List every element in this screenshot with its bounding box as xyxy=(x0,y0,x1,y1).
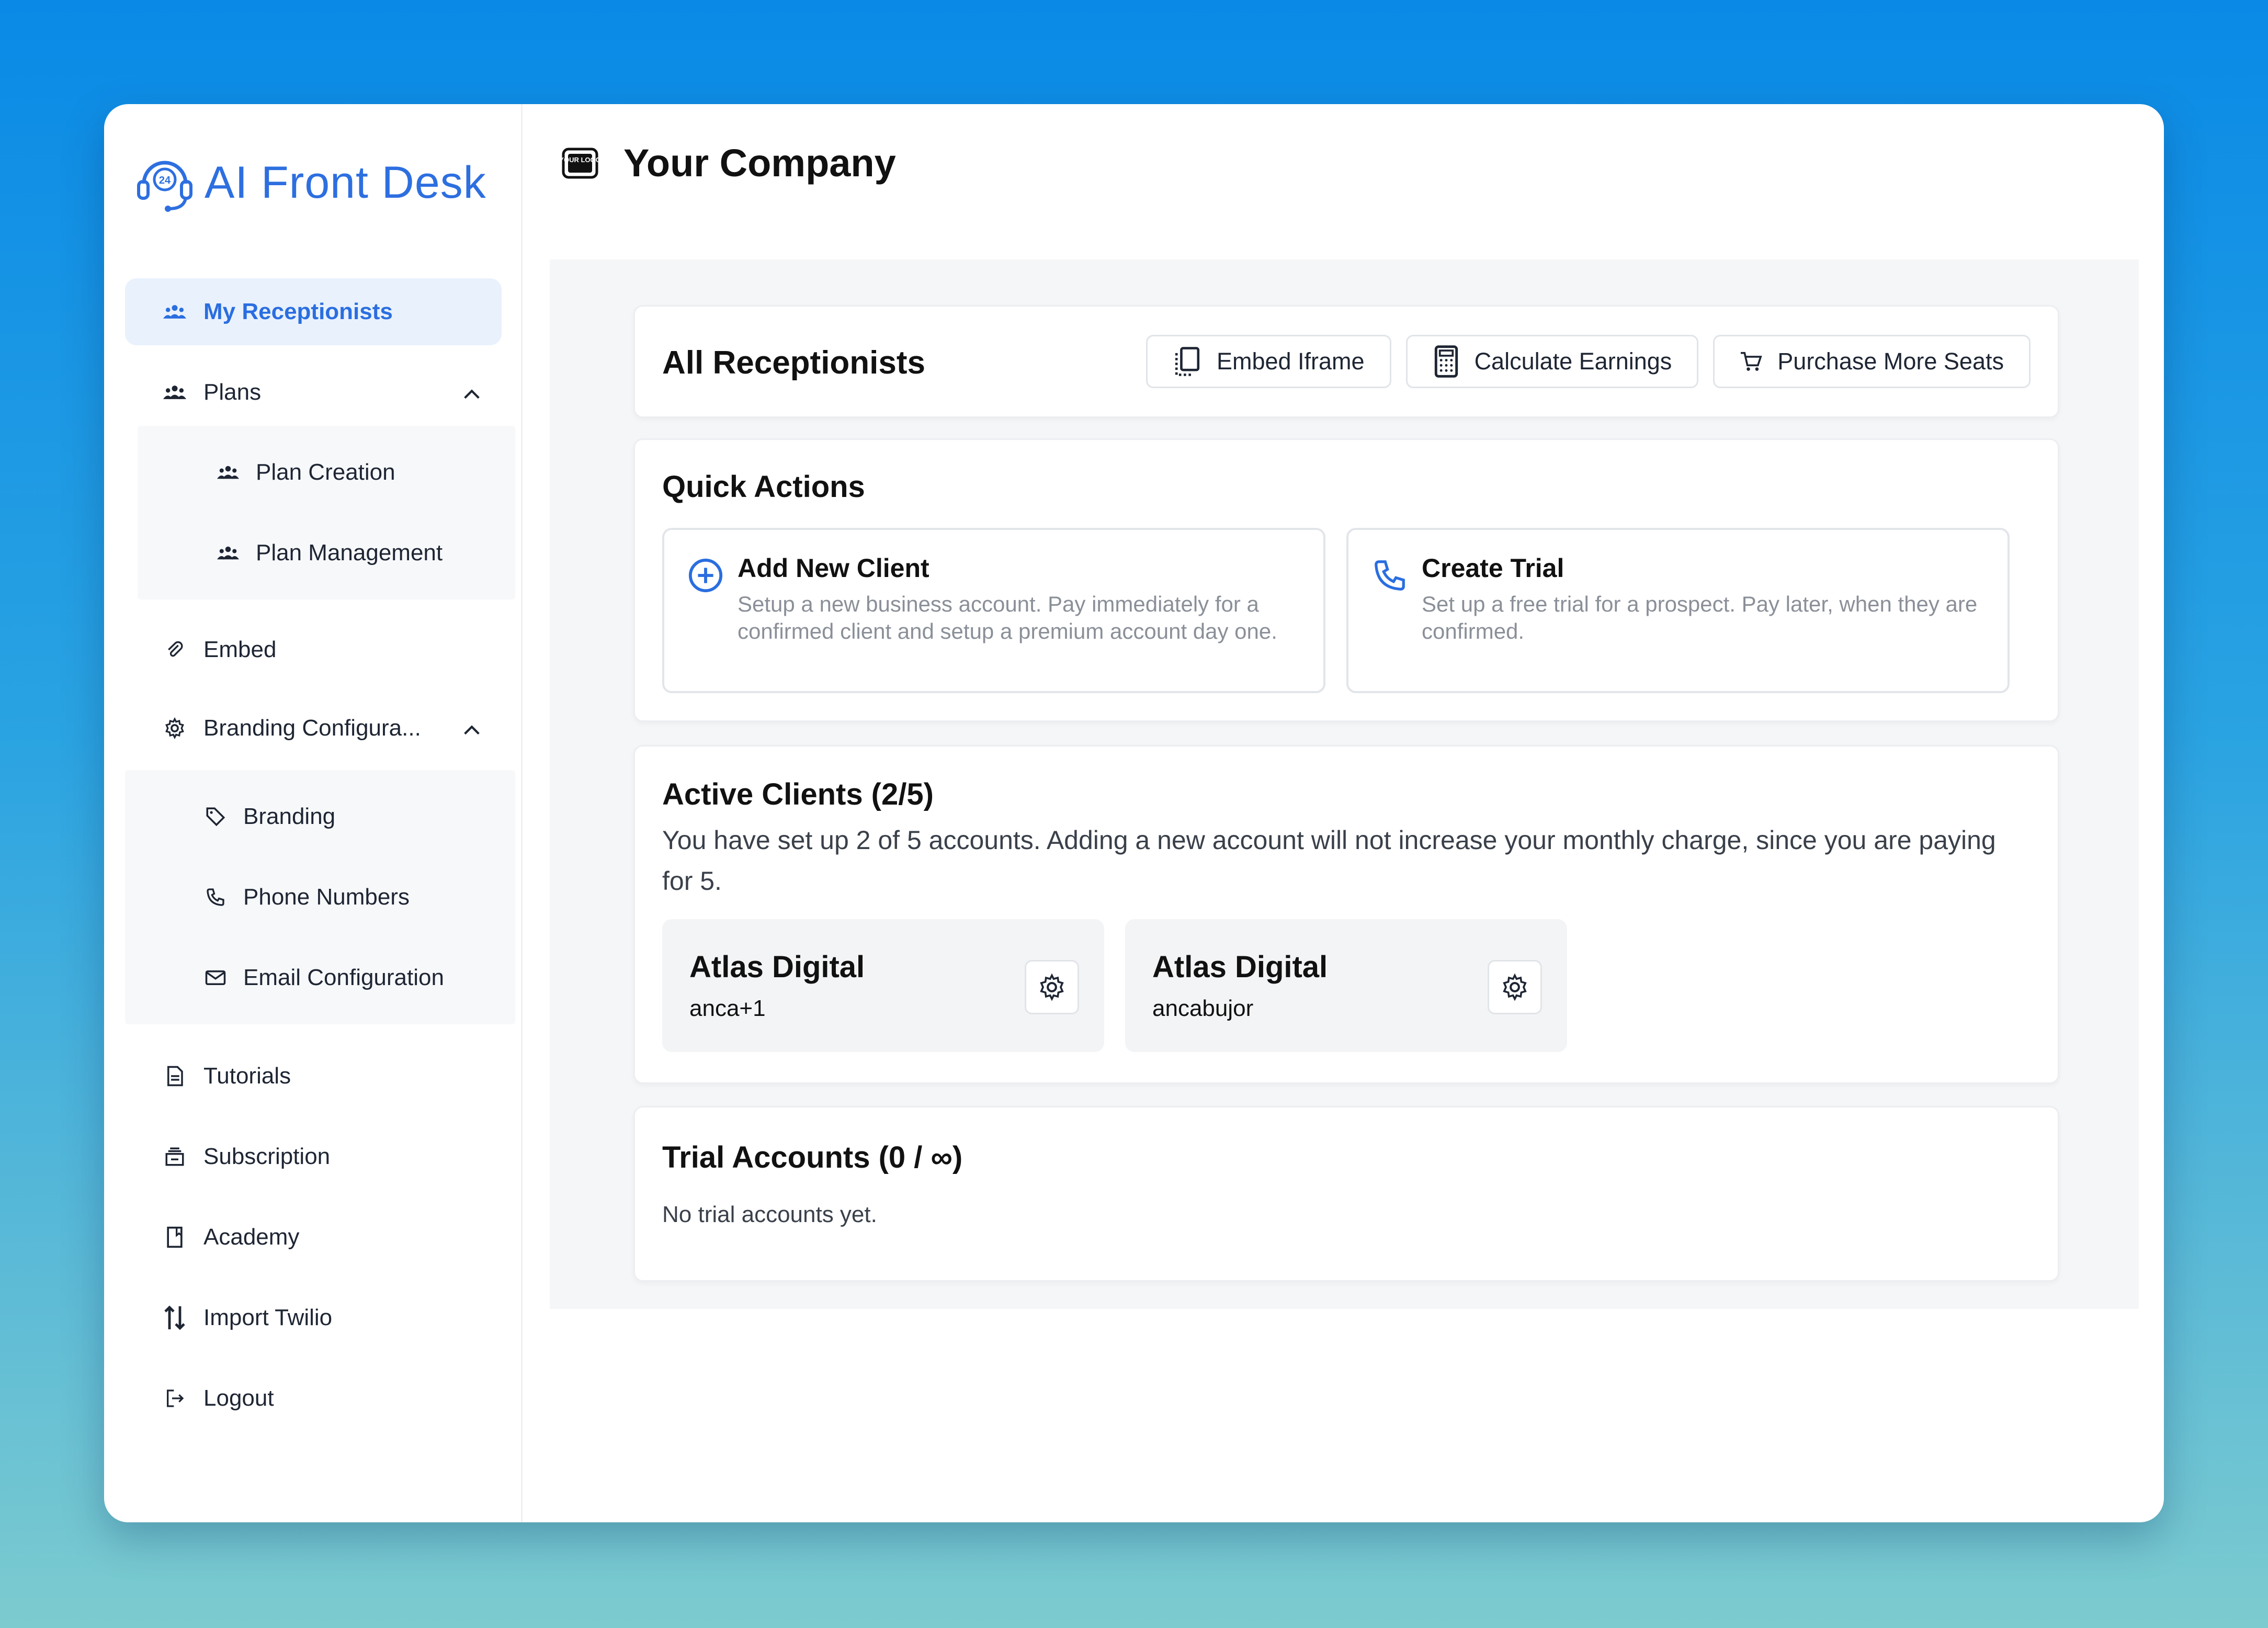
sidebar-item-branding[interactable]: Branding xyxy=(125,776,515,857)
client-name: Atlas Digital xyxy=(689,950,865,984)
calculator-icon xyxy=(1433,345,1460,378)
logout-icon xyxy=(162,1385,188,1411)
button-label: Purchase More Seats xyxy=(1777,348,2004,375)
users-icon xyxy=(162,379,188,405)
action-description: Setup a new business account. Pay immedi… xyxy=(738,592,1277,643)
tag-icon xyxy=(203,805,228,829)
client-card[interactable]: Atlas Digital ancabujor xyxy=(1125,919,1567,1052)
company-logo: YOUR LOGO xyxy=(562,148,598,179)
sidebar-item-label: Branding xyxy=(243,804,336,829)
sidebar-nav: My Receptionists Plans Plan Creation Pla… xyxy=(125,278,515,1439)
paperclip-icon xyxy=(162,637,188,663)
subscription-icon xyxy=(162,1144,188,1170)
card-title: All Receptionists xyxy=(662,345,925,381)
purchase-more-seats-button[interactable]: Purchase More Seats xyxy=(1713,335,2031,388)
headset-24-icon: 24 xyxy=(133,150,196,216)
client-card[interactable]: Atlas Digital anca+1 xyxy=(662,919,1104,1052)
phone-icon xyxy=(1371,557,1408,596)
card-title: Trial Accounts (0 / ∞) xyxy=(662,1140,963,1174)
sidebar-item-label: Plan Management xyxy=(256,540,443,566)
brand-name: AI Front Desk xyxy=(205,157,486,208)
sidebar: 24 AI Front Desk My Receptionists Plans xyxy=(104,104,523,1522)
chevron-up-icon[interactable] xyxy=(463,715,481,741)
mail-icon xyxy=(203,966,228,990)
branding-submenu: Branding Phone Numbers Email Configurati… xyxy=(125,770,515,1024)
sidebar-item-logout[interactable]: Logout xyxy=(125,1358,502,1439)
sidebar-item-label: Plan Creation xyxy=(256,459,395,485)
trial-accounts-card: Trial Accounts (0 / ∞) No trial accounts… xyxy=(633,1106,2059,1282)
sidebar-item-import-twilio[interactable]: Import Twilio xyxy=(125,1277,502,1358)
arrows-updown-icon xyxy=(162,1305,188,1331)
sidebar-item-plan-management[interactable]: Plan Management xyxy=(138,513,515,593)
sidebar-item-label: Logout xyxy=(203,1385,274,1411)
toolbar: Embed Iframe Calculate Earnings Purchase… xyxy=(1131,335,2031,388)
quick-actions-card: Quick Actions Add New Client Setup a new… xyxy=(633,438,2059,722)
gear-icon xyxy=(1501,973,1529,1001)
plans-submenu: Plan Creation Plan Management xyxy=(138,426,515,600)
sidebar-item-label: Embed xyxy=(203,637,277,662)
sidebar-item-label: Import Twilio xyxy=(203,1305,333,1330)
embed-frame-icon xyxy=(1173,346,1202,377)
logo-text: YOUR LOGO xyxy=(562,156,598,164)
page-header: YOUR LOGO Your Company xyxy=(562,141,896,185)
receptionists-card: All Receptionists Embed Iframe Calculate… xyxy=(633,305,2059,418)
button-label: Embed Iframe xyxy=(1216,348,1365,375)
create-trial-action[interactable]: Create Trial Set up a free trial for a p… xyxy=(1346,528,2010,693)
sidebar-item-plans[interactable]: Plans xyxy=(125,359,502,426)
card-title: Quick Actions xyxy=(662,470,865,504)
action-title: Create Trial xyxy=(1422,553,1564,583)
client-username: anca+1 xyxy=(689,996,766,1021)
sidebar-item-branding-configuration[interactable]: Branding Configura... xyxy=(125,686,502,770)
gear-icon xyxy=(1038,973,1066,1001)
sidebar-item-phone-numbers[interactable]: Phone Numbers xyxy=(125,857,515,937)
book-icon xyxy=(162,1224,188,1250)
action-description: Set up a free trial for a prospect. Pay … xyxy=(1422,592,1978,643)
users-icon xyxy=(162,299,188,325)
content-area: All Receptionists Embed Iframe Calculate… xyxy=(550,259,2139,1309)
sidebar-item-label: Academy xyxy=(203,1224,300,1250)
gear-icon xyxy=(162,715,188,741)
sidebar-item-academy[interactable]: Academy xyxy=(125,1197,502,1277)
sidebar-item-label: My Receptionists xyxy=(203,299,393,324)
add-new-client-action[interactable]: Add New Client Setup a new business acco… xyxy=(662,528,1325,693)
users-icon xyxy=(216,541,240,565)
sidebar-item-label: Email Configuration xyxy=(243,965,444,990)
sidebar-item-my-receptionists[interactable]: My Receptionists xyxy=(125,278,502,345)
sidebar-item-email-configuration[interactable]: Email Configuration xyxy=(125,937,515,1018)
sidebar-item-subscription[interactable]: Subscription xyxy=(125,1116,502,1197)
calculate-earnings-button[interactable]: Calculate Earnings xyxy=(1405,335,1699,388)
app-window: 24 AI Front Desk My Receptionists Plans xyxy=(104,104,2164,1522)
active-clients-description: You have set up 2 of 5 accounts. Adding … xyxy=(662,826,1996,896)
brand-logo[interactable]: 24 AI Front Desk xyxy=(133,150,486,216)
card-title: Active Clients (2/5) xyxy=(662,777,934,811)
client-settings-button[interactable] xyxy=(1488,960,1542,1014)
action-title: Add New Client xyxy=(738,553,929,583)
plus-circle-icon xyxy=(687,557,724,596)
sidebar-item-plan-creation[interactable]: Plan Creation xyxy=(138,432,515,513)
button-label: Calculate Earnings xyxy=(1474,348,1672,375)
page-title: Your Company xyxy=(623,141,896,185)
document-icon xyxy=(162,1063,188,1089)
svg-text:24: 24 xyxy=(159,175,171,186)
phone-icon xyxy=(203,885,228,909)
chevron-up-icon[interactable] xyxy=(463,379,481,405)
client-name: Atlas Digital xyxy=(1152,950,1328,984)
sidebar-item-embed[interactable]: Embed xyxy=(125,613,502,686)
client-username: ancabujor xyxy=(1152,996,1254,1021)
sidebar-item-label: Plans xyxy=(203,379,262,405)
cart-icon xyxy=(1740,351,1763,372)
active-clients-card: Active Clients (2/5) You have set up 2 o… xyxy=(633,745,2059,1084)
sidebar-item-label: Tutorials xyxy=(203,1063,291,1089)
main-content: YOUR LOGO Your Company All Receptionists… xyxy=(523,104,2164,1522)
client-settings-button[interactable] xyxy=(1025,960,1079,1014)
sidebar-item-label: Subscription xyxy=(203,1144,331,1169)
embed-iframe-button[interactable]: Embed Iframe xyxy=(1146,335,1391,388)
empty-state-text: No trial accounts yet. xyxy=(662,1202,877,1227)
sidebar-item-tutorials[interactable]: Tutorials xyxy=(125,1036,502,1116)
sidebar-item-label: Branding Configura... xyxy=(203,715,421,741)
sidebar-item-label: Phone Numbers xyxy=(243,884,410,910)
users-icon xyxy=(216,460,240,484)
